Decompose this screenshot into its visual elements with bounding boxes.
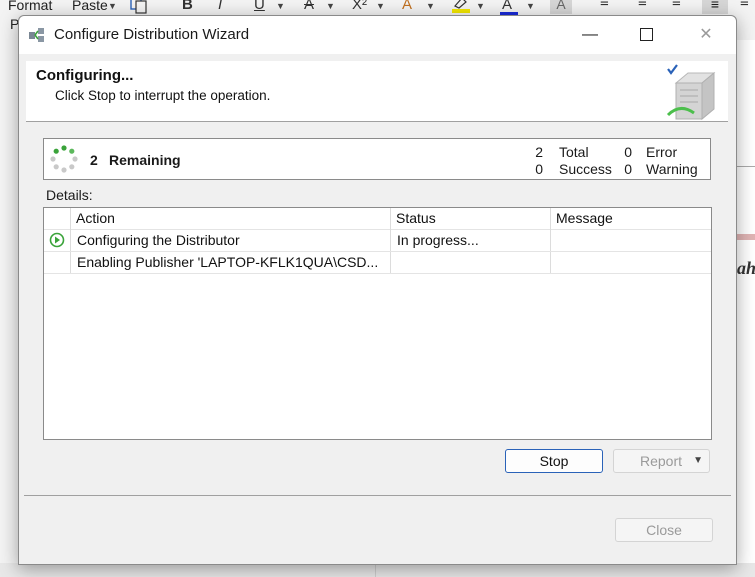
document-text-fragment: ah	[737, 258, 755, 278]
status-strip-divider	[375, 563, 376, 577]
grid-header: Action Status Message	[44, 208, 711, 230]
maximize-icon	[639, 28, 653, 42]
paste-chevron-icon[interactable]: ▼	[108, 1, 117, 11]
highlight-chevron-icon[interactable]: ▼	[476, 1, 485, 11]
align-left-icon[interactable]: ≡	[600, 0, 609, 11]
column-header-action[interactable]: Action	[76, 210, 115, 226]
remaining-count: 2	[90, 152, 98, 168]
character-shading-icon[interactable]: A	[550, 0, 572, 14]
bold-icon[interactable]: B	[182, 0, 193, 13]
align-center-icon[interactable]: ≡	[638, 0, 647, 11]
minimize-button[interactable]: —	[567, 16, 613, 54]
in-progress-icon	[49, 232, 65, 248]
success-label: Success	[559, 161, 612, 177]
total-label: Total	[559, 144, 589, 160]
title-bar[interactable]: Configure Distribution Wizard — ✕	[19, 16, 736, 54]
column-header-message[interactable]: Message	[556, 210, 613, 226]
format-tab[interactable]: Format	[8, 0, 52, 13]
strikethrough-icon[interactable]: A	[304, 0, 314, 13]
background-status-strip	[0, 563, 755, 577]
error-count: 0	[624, 144, 632, 160]
details-grid[interactable]: Action Status Message Configuring the Di…	[43, 207, 712, 440]
column-header-status[interactable]: Status	[396, 210, 436, 226]
footer-separator	[24, 495, 731, 496]
progress-spinner-icon	[50, 145, 78, 173]
error-label: Error	[646, 144, 678, 160]
row-action: Enabling Publisher 'LAPTOP-KFLK1QUA\CSD.…	[77, 254, 379, 270]
configure-distribution-wizard-window: Configure Distribution Wizard — ✕ Config…	[18, 15, 737, 565]
close-window-button[interactable]: ✕	[683, 16, 729, 54]
document-rule	[735, 166, 755, 167]
success-count: 0	[535, 161, 543, 177]
font-color-chevron-icon[interactable]: ▼	[526, 1, 535, 11]
page-subtitle: Click Stop to interrupt the operation.	[55, 88, 271, 103]
close-button[interactable]: Close	[615, 518, 713, 542]
text-effects-icon[interactable]: A	[402, 0, 412, 13]
dropdown-arrow-icon[interactable]: ▼	[693, 450, 703, 472]
window-title: Configure Distribution Wizard	[54, 26, 250, 43]
underline-icon[interactable]: U	[254, 0, 265, 13]
table-row[interactable]: Enabling Publisher 'LAPTOP-KFLK1QUA\CSD.…	[44, 252, 711, 274]
progress-summary: 2 Remaining 2 Total 0 Success 0 Error 0 …	[43, 138, 711, 180]
stop-button[interactable]: Stop	[505, 449, 603, 473]
replication-icon	[29, 28, 44, 42]
strike-chevron-icon[interactable]: ▼	[326, 1, 335, 11]
paste-button[interactable]: Paste	[72, 0, 108, 13]
remaining-label: Remaining	[109, 152, 181, 168]
table-row[interactable]: Configuring the Distributor In progress.…	[44, 230, 711, 252]
text-effects-chevron-icon[interactable]: ▼	[426, 1, 435, 11]
report-button-label: Report	[640, 453, 683, 469]
warning-count: 0	[624, 161, 632, 177]
align-right-icon[interactable]: ≡	[672, 0, 681, 11]
superscript-chevron-icon[interactable]: ▼	[376, 1, 385, 11]
document-bar	[735, 234, 755, 240]
justify-icon[interactable]: ≡	[702, 0, 728, 14]
details-label: Details:	[46, 187, 93, 203]
superscript-icon[interactable]: X²	[352, 0, 367, 13]
row-status: In progress...	[397, 232, 479, 248]
highlight-icon[interactable]	[450, 0, 472, 14]
line-spacing-icon[interactable]: ≡	[740, 0, 749, 11]
copy-icon[interactable]	[128, 0, 152, 14]
maximize-button[interactable]	[623, 16, 669, 54]
warning-label: Warning	[646, 161, 698, 177]
total-count: 2	[535, 144, 543, 160]
report-button[interactable]: Report ▼	[613, 449, 710, 473]
page-title: Configuring...	[36, 67, 134, 84]
server-checkmark-icon	[666, 64, 716, 121]
wizard-header: Configuring... Click Stop to interrupt t…	[26, 61, 728, 122]
italic-icon[interactable]: I	[218, 0, 222, 13]
row-action: Configuring the Distributor	[77, 232, 240, 248]
background-document: ah	[735, 40, 755, 577]
underline-chevron-icon[interactable]: ▼	[276, 1, 285, 11]
